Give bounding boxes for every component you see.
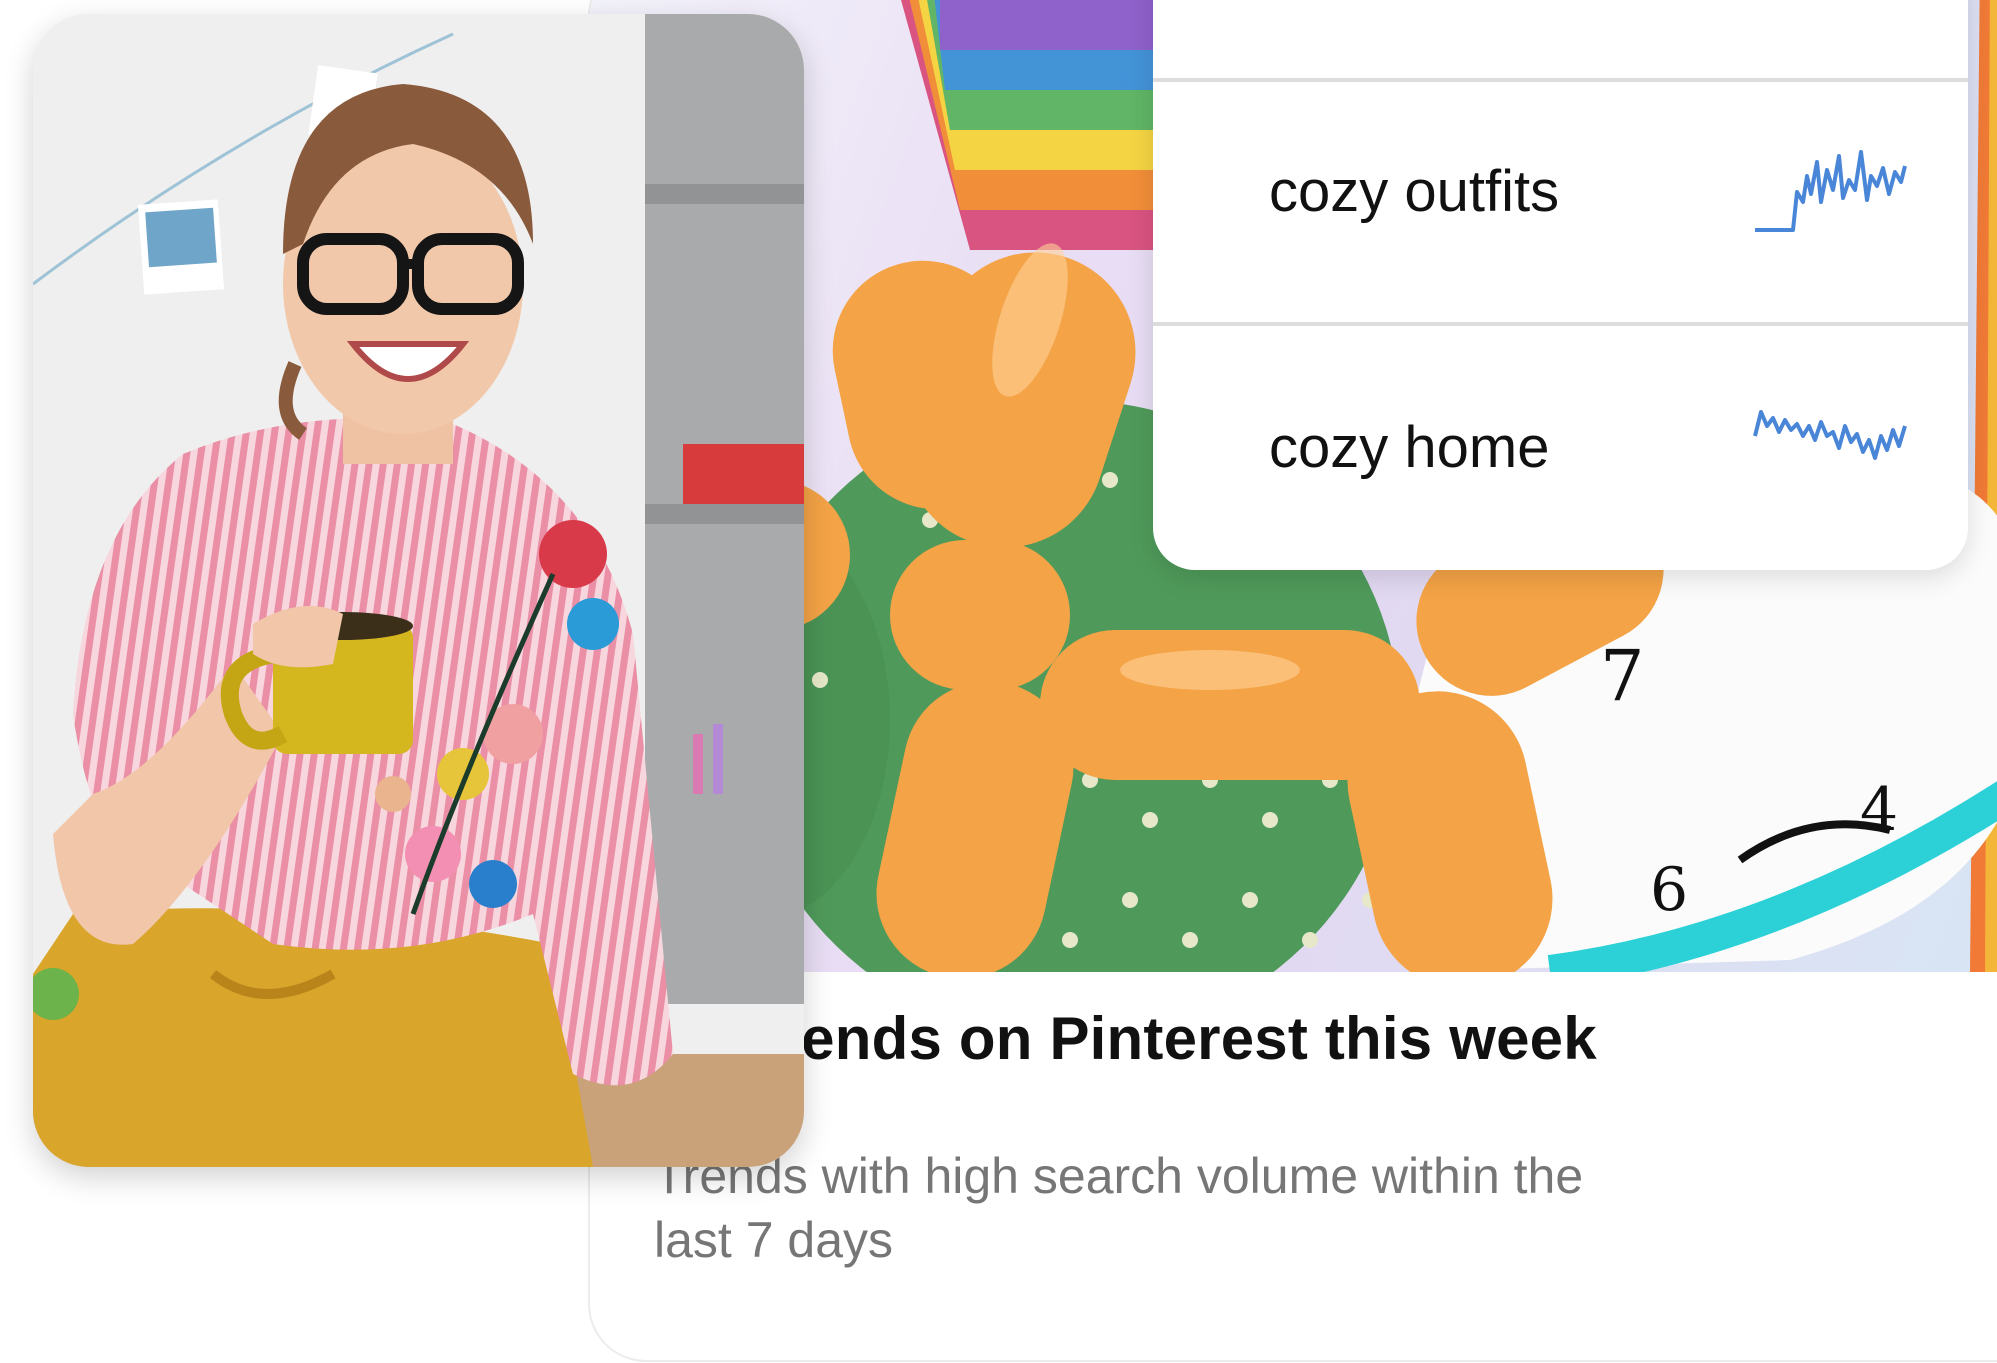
svg-text:6: 6 <box>1650 855 1688 925</box>
svg-text:4: 4 <box>1860 775 1898 845</box>
card-subtitle: Trends with high search volume within th… <box>654 1148 1584 1268</box>
trend-row-cozy-outfits[interactable]: cozy outfits <box>1153 78 1968 322</box>
sparkline-icon <box>1753 410 1907 460</box>
trend-list: cozy outfits cozy home <box>1153 0 1968 570</box>
trend-row-cozy-home[interactable]: cozy home <box>1153 322 1968 566</box>
svg-text:7: 7 <box>1600 635 1645 717</box>
woman-with-mug-photo <box>33 14 804 1167</box>
sparkline-icon <box>1755 150 1907 232</box>
woman-photo-card[interactable] <box>33 14 804 1167</box>
trend-label: cozy outfits <box>1269 159 1560 224</box>
trend-label: cozy home <box>1269 415 1550 480</box>
